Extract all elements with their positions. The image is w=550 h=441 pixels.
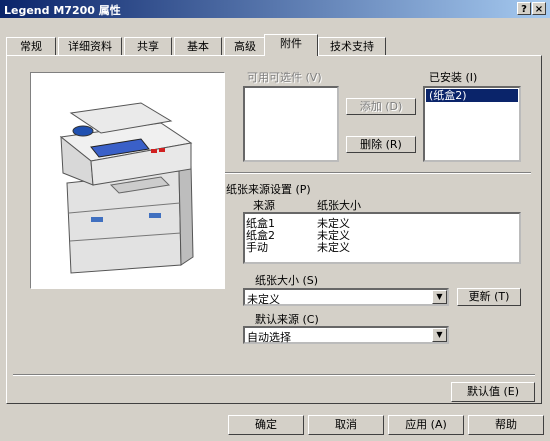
available-options-list[interactable]	[243, 86, 339, 162]
title-bar: Legend M7200 属性 ? ×	[0, 0, 550, 18]
apply-button[interactable]: 应用 (A)	[388, 415, 464, 435]
tab-support[interactable]: 技术支持	[318, 37, 386, 55]
tab-advanced[interactable]: 高级	[224, 37, 266, 55]
update-button[interactable]: 更新 (T)	[457, 288, 521, 306]
paper-size-dropdown-icon[interactable]: ▼	[432, 290, 447, 304]
tab-basic[interactable]: 基本	[174, 37, 222, 55]
printer-preview	[30, 72, 225, 289]
close-button[interactable]: ×	[532, 2, 546, 15]
paper-size-label: 纸张大小 (S)	[255, 274, 319, 287]
tab-details[interactable]: 详细资料	[58, 37, 122, 55]
remove-button[interactable]: 删除 (R)	[346, 136, 416, 153]
ok-button[interactable]: 确定	[228, 415, 304, 435]
default-source-select[interactable]: 自动选择 ▼	[243, 326, 449, 344]
default-source-label: 默认来源 (C)	[255, 313, 319, 326]
default-source-dropdown-icon[interactable]: ▼	[432, 328, 447, 342]
available-options-label: 可用可选件 (V)	[247, 71, 322, 84]
tab-sharing[interactable]: 共享	[124, 37, 172, 55]
add-button[interactable]: 添加 (D)	[346, 98, 416, 115]
help-button[interactable]: ?	[517, 2, 531, 15]
source-row-3-source[interactable]: 手动	[246, 239, 268, 255]
paper-size-select[interactable]: 未定义 ▼	[243, 288, 449, 306]
paper-size-value: 未定义	[247, 293, 280, 306]
printer-icon	[59, 102, 194, 274]
default-source-value: 自动选择	[247, 331, 291, 344]
accessories-panel: 可用可选件 (V) 添加 (D) 删除 (R) 已安装 (I) (纸盒2) 纸张…	[6, 55, 542, 404]
installed-options-label: 已安装 (I)	[429, 71, 478, 84]
help-footer-button[interactable]: 帮助	[468, 415, 544, 435]
bottom-divider	[13, 374, 535, 376]
tab-general[interactable]: 常规	[6, 37, 56, 55]
installed-item-selected[interactable]: (纸盒2)	[426, 89, 518, 102]
paper-source-label: 纸张来源设置 (P)	[226, 183, 311, 196]
tab-accessories[interactable]: 附件	[264, 34, 318, 56]
source-row-3-size[interactable]: 未定义	[317, 239, 350, 255]
installed-options-list[interactable]: (纸盒2)	[423, 86, 521, 162]
window-title: Legend M7200 属性	[4, 4, 121, 17]
divider	[225, 172, 531, 174]
column-header-source: 来源	[253, 199, 275, 212]
paper-source-list[interactable]: 纸盒1 未定义 纸盒2 未定义 手动 未定义	[243, 212, 521, 264]
restore-defaults-button[interactable]: 默认值 (E)	[451, 382, 535, 402]
column-header-paper-size: 纸张大小	[317, 199, 361, 212]
cancel-button[interactable]: 取消	[308, 415, 384, 435]
